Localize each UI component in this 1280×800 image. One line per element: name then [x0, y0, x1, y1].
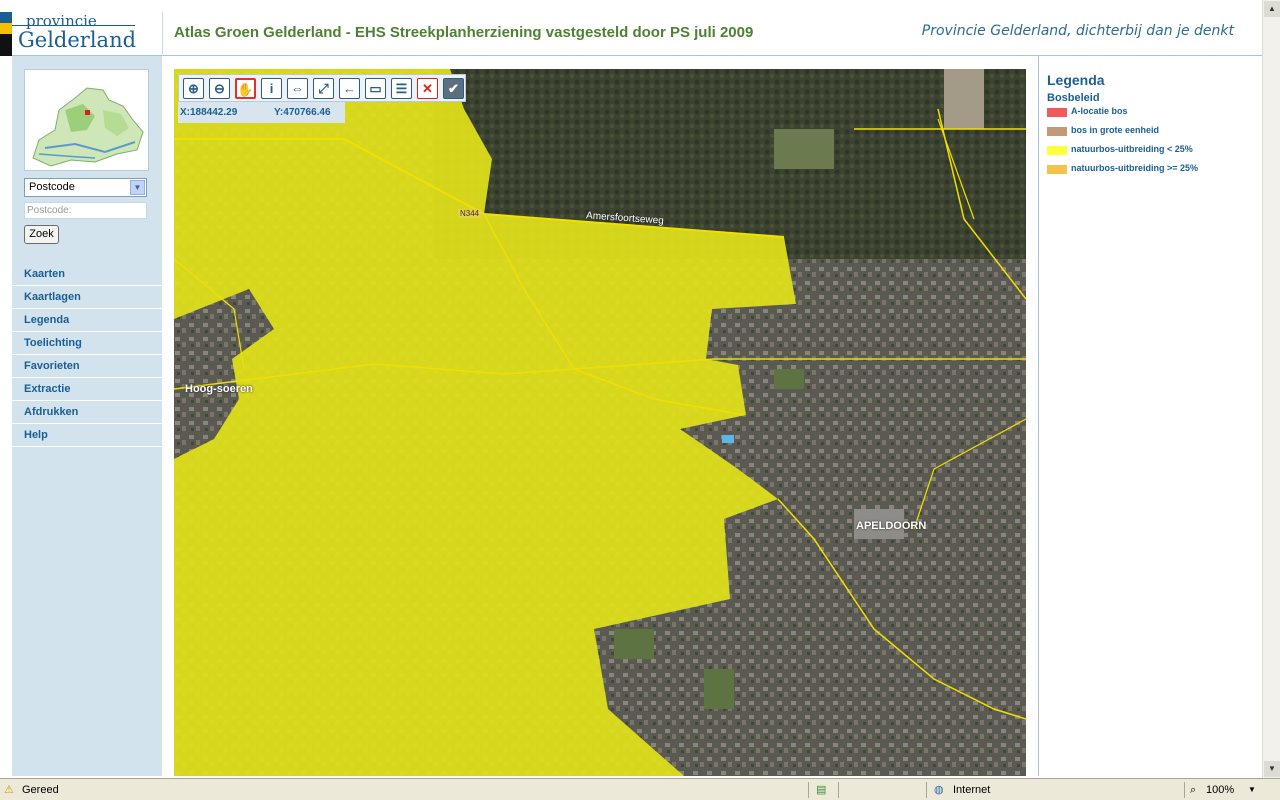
page-title: Atlas Groen Gelderland - EHS Streekplanh…	[174, 24, 754, 41]
logo-color-bars	[0, 12, 12, 56]
scroll-down-icon[interactable]: ▼	[1264, 761, 1280, 777]
nav-item-kaartlagen[interactable]: Kaartlagen	[12, 286, 162, 309]
legend-entry: bos in grote eenheid	[1047, 125, 1257, 139]
chevron-down-icon[interactable]: ▼	[130, 180, 145, 195]
logo-line-gelderland: Gelderland	[18, 28, 137, 52]
nav-item-afdrukken[interactable]: Afdrukken	[12, 401, 162, 424]
search-type-select[interactable]: Postcode ▼	[24, 178, 147, 197]
vertical-scrollbar[interactable]: ▲ ▼	[1262, 0, 1280, 778]
zoom-in-icon[interactable]: ⊕	[183, 78, 204, 99]
full-extent-icon[interactable]: ⤢	[313, 78, 334, 99]
road-number-label: N344	[458, 209, 482, 218]
nav-item-help[interactable]: Help	[12, 424, 162, 447]
header: provincie Gelderland Atlas Groen Gelderl…	[0, 0, 1262, 56]
village-label: Hoog-soeren	[185, 383, 253, 395]
zoom-out-icon[interactable]: ⊖	[209, 78, 230, 99]
browser-status-bar: ⚠ Gereed ▤ ◍ Internet ⌕ 100% ▼	[0, 778, 1280, 800]
legend-swatch	[1047, 108, 1067, 117]
sidebar: Postcode ▼ Postcode: Zoek Kaarten Kaartl…	[12, 56, 162, 776]
legend-title: Legenda	[1047, 72, 1105, 88]
legend-swatch	[1047, 165, 1067, 174]
zoek-button[interactable]: Zoek	[24, 225, 59, 244]
scroll-up-icon[interactable]: ▲	[1264, 1, 1280, 17]
postcode-input[interactable]: Postcode:	[24, 202, 147, 219]
page-icon: ▤	[816, 784, 827, 796]
map-canvas[interactable]: ⊕ ⊖ ✋ i ⇔ ⤢ ← ▭ ☰ ✕ ✔ X:188442.29 Y:4707…	[174, 69, 1026, 776]
globe-icon: ◍	[934, 784, 944, 796]
measure-icon[interactable]: ⇔	[287, 78, 308, 99]
coordinate-readout: X:188442.29 Y:470766.46	[178, 102, 345, 123]
browser-window: provincie Gelderland Atlas Groen Gelderl…	[0, 0, 1280, 800]
nav-item-extractie[interactable]: Extractie	[12, 378, 162, 401]
previous-extent-icon[interactable]: ←	[339, 78, 360, 99]
select-rectangle-icon[interactable]: ▭	[365, 78, 386, 99]
warning-icon[interactable]: ⚠	[4, 781, 14, 799]
status-text: Gereed	[22, 784, 59, 796]
pan-hand-icon[interactable]: ✋	[235, 78, 256, 99]
zoom-dropdown-icon[interactable]: ▼	[1248, 781, 1256, 799]
confirm-icon[interactable]: ✔	[443, 78, 464, 99]
provincie-logo[interactable]: provincie Gelderland	[0, 12, 162, 56]
legend-panel: Legenda Bosbeleid A-locatie bos bos in g…	[1038, 56, 1262, 776]
clear-selection-icon[interactable]: ✕	[417, 78, 438, 99]
map-toolbar: ⊕ ⊖ ✋ i ⇔ ⤢ ← ▭ ☰ ✕ ✔	[178, 74, 466, 102]
legend-entry: A-locatie bos	[1047, 106, 1257, 120]
slogan: Provincie Gelderland, dichterbij dan je …	[921, 23, 1234, 39]
zoom-icon: ⌕	[1190, 784, 1197, 796]
legend-swatch	[1047, 146, 1067, 155]
overview-minimap[interactable]	[24, 69, 149, 171]
legend-entry: natuurbos-uitbreiding < 25%	[1047, 144, 1257, 158]
legend-entry: natuurbos-uitbreiding >= 25%	[1047, 163, 1257, 177]
nav-item-legenda[interactable]: Legenda	[12, 309, 162, 332]
main-nav: Kaarten Kaartlagen Legenda Toelichting F…	[12, 263, 162, 447]
security-zone: Internet	[953, 784, 991, 796]
nav-item-kaarten[interactable]: Kaarten	[12, 263, 162, 286]
x-coordinate: X:188442.29	[180, 107, 238, 118]
nav-item-toelichting[interactable]: Toelichting	[12, 332, 162, 355]
zoom-level[interactable]: 100%	[1206, 781, 1234, 799]
list-icon[interactable]: ☰	[391, 78, 412, 99]
y-coordinate: Y:470766.46	[274, 107, 331, 118]
nav-item-favorieten[interactable]: Favorieten	[12, 355, 162, 378]
city-label: APELDOORN	[856, 520, 927, 532]
legend-subtitle: Bosbeleid	[1047, 92, 1100, 104]
info-icon[interactable]: i	[261, 78, 282, 99]
aerial-map-image	[174, 69, 1026, 776]
legend-swatch	[1047, 127, 1067, 136]
